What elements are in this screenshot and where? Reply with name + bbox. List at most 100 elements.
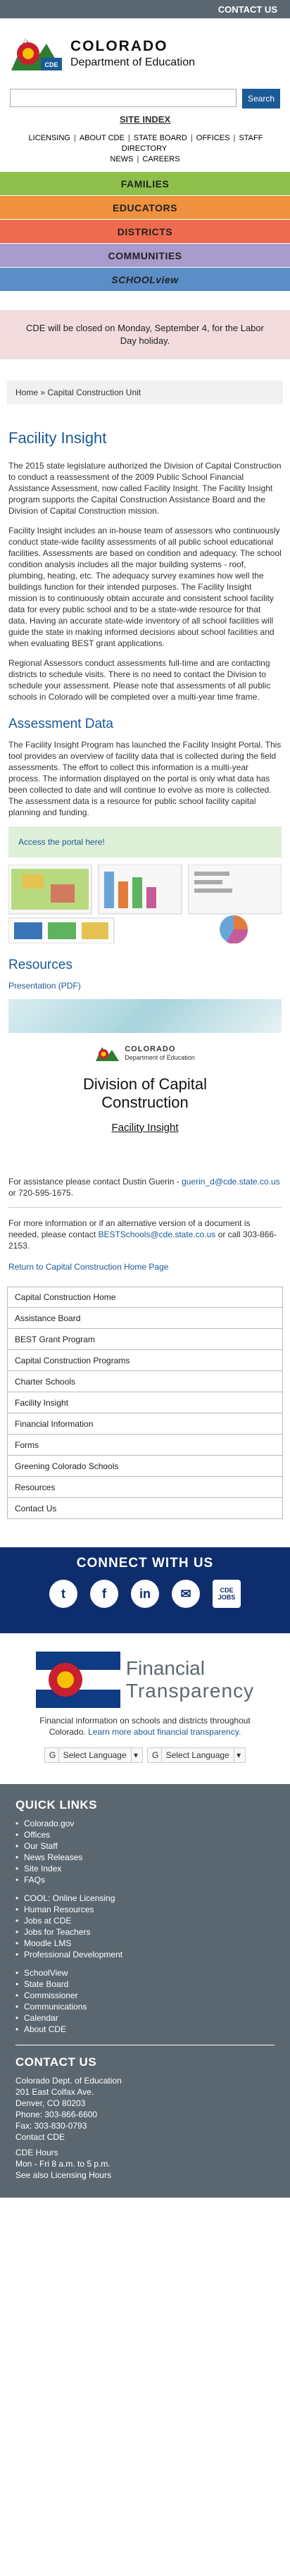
ql-commissioner[interactable]: Commissioner: [15, 1990, 275, 2001]
accessible-note: For more information or if an alternativ…: [8, 1218, 277, 1251]
utility-state-board[interactable]: STATE BOARD: [134, 134, 187, 142]
search-input[interactable]: [10, 89, 237, 107]
ql-faqs[interactable]: FAQs: [15, 1874, 275, 1885]
paragraph-3: Regional Assessors conduct assessments f…: [8, 658, 271, 702]
presentation-pdf-link[interactable]: Presentation (PDF): [8, 981, 81, 991]
ql-jobs-cde[interactable]: Jobs at CDE: [15, 1915, 275, 1926]
cde-jobs-icon[interactable]: CDE JOBS: [213, 1580, 241, 1608]
assistance-note: For assistance please contact Dustin Gue…: [8, 1177, 280, 1198]
utility-offices[interactable]: OFFICES: [196, 134, 230, 142]
facebook-icon[interactable]: f: [90, 1580, 118, 1608]
ql-calendar[interactable]: Calendar: [15, 2012, 275, 2024]
portal-callout: Access the portal here!: [8, 826, 282, 857]
financial-transparency[interactable]: Financial Transparency Financial informa…: [0, 1652, 290, 1763]
utility-nav: LICENSING | ABOUT CDE | STATE BOARD | OF…: [28, 134, 263, 163]
ql-prof-dev[interactable]: Professional Development: [15, 1949, 275, 1960]
utility-careers[interactable]: CAREERS: [142, 155, 179, 163]
contact-phone: Phone: 303-866-6600: [15, 2110, 98, 2119]
colorado-flag-icon: [35, 1652, 120, 1708]
contact-address-2: Denver, CO 80203: [15, 2098, 86, 2108]
ql-colorado-gov[interactable]: Colorado.gov: [15, 1818, 275, 1829]
seal-text: CDE: [44, 61, 58, 68]
cde-small-logo-icon: [96, 1047, 120, 1061]
quick-links-group-1: Colorado.gov Offices Our Staff News Rele…: [15, 1818, 275, 1885]
return-home-link[interactable]: Return to Capital Construction Home Page: [8, 1262, 168, 1272]
utility-about[interactable]: ABOUT CDE: [80, 134, 125, 142]
connect-title: CONNECT WITH US: [76, 1556, 214, 1571]
ql-moodle[interactable]: Moodle LMS: [15, 1938, 275, 1949]
menu-capital-home[interactable]: Capital Construction Home: [7, 1287, 283, 1308]
ql-staff[interactable]: Our Staff: [15, 1840, 275, 1852]
menu-financial[interactable]: Financial Information: [7, 1413, 283, 1435]
ql-communications[interactable]: Communications: [15, 2001, 275, 2012]
division-title-2: Construction: [101, 1094, 189, 1111]
ql-news[interactable]: News Releases: [15, 1852, 275, 1863]
utility-news[interactable]: NEWS: [110, 155, 133, 163]
ql-state-board[interactable]: State Board: [15, 1979, 275, 1990]
page-title: Facility Insight: [8, 429, 107, 447]
ql-offices[interactable]: Offices: [15, 1829, 275, 1840]
division-subtitle: Facility Insight: [111, 1122, 179, 1134]
ql-jobs-teachers[interactable]: Jobs for Teachers: [15, 1926, 275, 1938]
logo-line-2: Department of Education: [70, 56, 195, 68]
main-nav: FAMILIES EDUCATORS DISTRICTS COMMUNITIES…: [0, 172, 290, 291]
search-button[interactable]: Search: [242, 89, 280, 109]
ft-learn-more-link[interactable]: Learn more about financial transparency.: [88, 1727, 241, 1737]
breadcrumb-current: Capital Construction Unit: [47, 388, 141, 397]
menu-contact[interactable]: Contact Us: [7, 1498, 283, 1519]
paragraph-1: The 2015 state legislature authorized th…: [8, 461, 282, 516]
breadcrumb-separator: »: [40, 388, 46, 397]
portal-screenshots[interactable]: [8, 864, 282, 944]
ql-site-index[interactable]: Site Index: [15, 1863, 275, 1874]
guerin-email-link[interactable]: guerin_d@cde.state.co.us: [182, 1177, 280, 1187]
ql-schoolview[interactable]: SchoolView: [15, 1967, 275, 1979]
menu-best-grant[interactable]: BEST Grant Program: [7, 1329, 283, 1350]
colorado-logo-icon[interactable]: CDE: [10, 28, 66, 79]
quick-links-heading: QUICK LINKS: [15, 1798, 97, 1812]
resources-heading: Resources: [8, 958, 72, 972]
menu-programs[interactable]: Capital Construction Programs: [7, 1350, 283, 1371]
licensing-hours-link[interactable]: Licensing Hours: [51, 2170, 111, 2180]
menu-assistance-board[interactable]: Assistance Board: [7, 1308, 283, 1329]
division-logo-line-1: COLORADO: [125, 1045, 176, 1053]
logo-line-1: COLORADO: [70, 38, 168, 54]
menu-resources[interactable]: Resources: [7, 1477, 283, 1498]
contact-cde-link[interactable]: Contact CDE: [15, 2132, 65, 2142]
top-bar: CONTACT US: [0, 0, 290, 18]
breadcrumb: Home » Capital Construction Unit: [7, 380, 283, 404]
ql-cool[interactable]: COOL: Online Licensing: [15, 1893, 275, 1904]
breadcrumb-home[interactable]: Home: [15, 388, 38, 397]
menu-charter[interactable]: Charter Schools: [7, 1371, 283, 1392]
footer-contact: CONTACT US Colorado Dept. of Education 2…: [15, 2055, 275, 2181]
best-schools-email-link[interactable]: BESTSchools@cde.state.co.us: [98, 1230, 215, 1239]
ql-about[interactable]: About CDE: [15, 2024, 275, 2035]
linkedin-icon[interactable]: in: [131, 1580, 159, 1608]
division-title-1: Division of Capital: [82, 1075, 208, 1093]
twitter-icon[interactable]: t: [49, 1580, 77, 1608]
email-icon[interactable]: ✉: [172, 1580, 200, 1608]
paragraph-2: Facility Insight includes an in-house te…: [8, 526, 282, 648]
nav-schoolview[interactable]: SCHOOLview: [0, 268, 290, 291]
division-logo-line-2: Department of Education: [125, 1054, 195, 1061]
ql-hr[interactable]: Human Resources: [15, 1904, 275, 1915]
menu-forms[interactable]: Forms: [7, 1435, 283, 1456]
site-index-link[interactable]: SITE INDEX: [0, 114, 290, 125]
ft-text: Financial information on schools and dis…: [39, 1716, 251, 1737]
ft-line-2: Transparency: [125, 1680, 255, 1702]
nav-families[interactable]: FAMILIES: [0, 172, 290, 195]
assessment-heading: Assessment Data: [8, 717, 113, 731]
menu-facility-insight[interactable]: Facility Insight: [7, 1392, 283, 1413]
nav-educators[interactable]: EDUCATORS: [0, 196, 290, 219]
menu-greening[interactable]: Greening Colorado Schools: [7, 1456, 283, 1477]
contact-fax: Fax: 303-830-0793: [15, 2121, 87, 2131]
language-select-1[interactable]: G Select Language ▾: [44, 1747, 143, 1763]
nav-communities[interactable]: COMMUNITIES: [0, 244, 290, 267]
portal-link[interactable]: Access the portal here!: [18, 837, 105, 847]
language-select-2[interactable]: G Select Language ▾: [147, 1747, 246, 1763]
utility-licensing[interactable]: LICENSING: [29, 134, 70, 142]
contact-us-link[interactable]: CONTACT US: [218, 4, 277, 15]
banner-image: [8, 999, 282, 1033]
nav-districts[interactable]: DISTRICTS: [0, 220, 290, 243]
contact-org: Colorado Dept. of Education: [15, 2076, 122, 2086]
contact-heading: CONTACT US: [15, 2055, 97, 2069]
